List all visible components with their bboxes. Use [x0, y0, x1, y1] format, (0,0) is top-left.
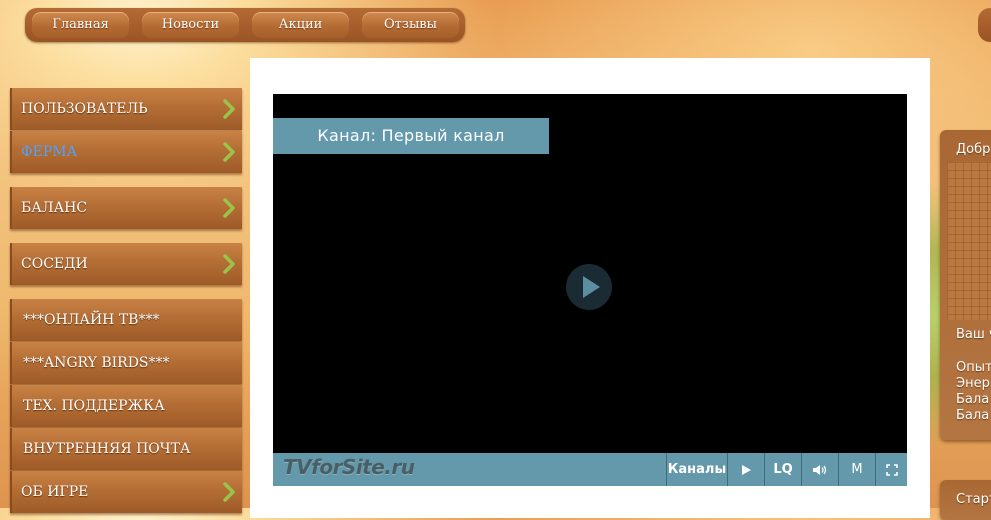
- avatar-area: [947, 162, 991, 320]
- menu-about-game[interactable]: ОБ ИГРЕ: [10, 471, 242, 513]
- tvforsite-logo[interactable]: TVforSite.ru: [283, 455, 415, 479]
- nav-reviews[interactable]: Отзывы: [362, 12, 459, 38]
- chevron-right-icon: [223, 142, 235, 162]
- channels-button[interactable]: Каналы: [666, 453, 727, 486]
- quality-button[interactable]: LQ: [764, 453, 801, 486]
- chevron-right-icon: [223, 254, 235, 274]
- menu-label: ВНУТРЕННЯЯ ПОЧТА: [23, 441, 191, 457]
- menu-label: ТЕХ. ПОДДЕРЖКА: [23, 398, 165, 414]
- menu-online-tv[interactable]: ***ОНЛАЙН ТВ***: [10, 299, 242, 341]
- right-info-panel: Добр Ваш ч Опыт Энер Бала Бала: [940, 130, 991, 440]
- nav-promotions[interactable]: Акции: [252, 12, 349, 38]
- start-label[interactable]: Старт: [956, 492, 991, 507]
- menu-neighbors[interactable]: СОСЕДИ: [10, 243, 242, 285]
- content-panel: Канал: Первый канал TVforSite.ru Каналы …: [250, 58, 930, 518]
- menu-label: ОБ ИГРЕ: [21, 484, 89, 500]
- play-icon: [742, 464, 751, 475]
- menu-label: ФЕРМА: [21, 144, 78, 160]
- fullscreen-button[interactable]: [875, 453, 908, 486]
- chevron-right-icon: [223, 198, 235, 218]
- chevron-right-icon: [223, 99, 235, 119]
- menu-internal-mail[interactable]: ВНУТРЕННЯЯ ПОЧТА: [10, 428, 242, 470]
- volume-button[interactable]: [801, 453, 838, 486]
- volume-icon: [813, 464, 827, 475]
- play-button[interactable]: [727, 453, 764, 486]
- fullscreen-icon: [886, 463, 898, 476]
- greeting-text: Добр: [956, 142, 991, 157]
- right-start-panel: Старт: [940, 480, 991, 520]
- stat-balance-2: Бала: [956, 408, 990, 423]
- menu-farm[interactable]: ФЕРМА: [10, 131, 242, 173]
- chevron-right-icon: [223, 482, 235, 502]
- top-nav-right-edge: [978, 8, 991, 42]
- player-control-bar: TVforSite.ru Каналы LQ M: [273, 453, 907, 486]
- stat-experience: Опыт: [956, 360, 991, 375]
- menu-label: ***ОНЛАЙН ТВ***: [23, 312, 160, 328]
- nav-home[interactable]: Главная: [32, 12, 129, 38]
- video-player[interactable]: Канал: Первый канал TVforSite.ru Каналы …: [273, 94, 907, 486]
- menu-angry-birds[interactable]: ***ANGRY BIRDS***: [10, 342, 242, 384]
- menu-label: ***ANGRY BIRDS***: [23, 355, 170, 371]
- stat-balance-1: Бала: [956, 392, 990, 407]
- stat-energy: Энер: [956, 376, 990, 391]
- play-icon: [583, 276, 600, 298]
- big-play-button[interactable]: [566, 264, 612, 310]
- menu-user[interactable]: ПОЛЬЗОВАТЕЛЬ: [10, 88, 242, 130]
- nav-news[interactable]: Новости: [142, 12, 239, 38]
- menu-label: ПОЛЬЗОВАТЕЛЬ: [21, 101, 148, 117]
- menu-label: СОСЕДИ: [21, 256, 88, 272]
- your-label: Ваш ч: [956, 327, 991, 342]
- channel-label: Канал: Первый канал: [273, 118, 549, 154]
- menu-label: БАЛАНС: [21, 200, 88, 216]
- menu-balance[interactable]: БАЛАНС: [10, 187, 242, 229]
- menu-tech-support[interactable]: ТЕХ. ПОДДЕРЖКА: [10, 385, 242, 427]
- mute-button[interactable]: M: [838, 453, 875, 486]
